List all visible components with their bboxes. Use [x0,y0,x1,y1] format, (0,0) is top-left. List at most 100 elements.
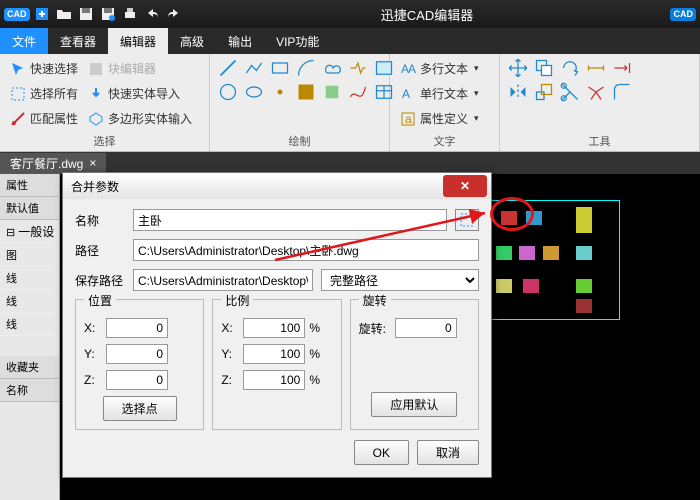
group-label: 选择 [8,133,201,149]
svg-text:A: A [402,87,410,101]
new-icon[interactable] [32,4,52,24]
group-label: 绘制 [218,133,381,149]
pos-z-input[interactable] [106,370,168,390]
scale-x-input[interactable] [243,318,305,338]
import-icon [88,86,104,102]
poly-entity-button[interactable]: 多边形实体输入 [86,108,194,129]
side-row[interactable]: 线 [0,290,59,313]
menu-file[interactable]: 文件 [0,28,48,54]
pline-icon[interactable] [348,58,368,78]
ribbon: 快速选择 选择所有 匹配属性 块编辑器 快速实体导入 多边形实体输入 选择 [0,54,700,152]
save-icon[interactable] [76,4,96,24]
close-icon[interactable]: × [89,156,96,170]
cad-icon: CAD [670,8,696,21]
group-label: 旋转 [359,292,391,309]
savepath-mode-select[interactable]: 完整路径 [321,269,479,291]
mirror-icon[interactable] [508,82,528,102]
fillet-icon[interactable] [612,82,632,102]
document-tab[interactable]: 客厅餐厅.dwg× [0,153,106,174]
ribbon-group-select: 快速选择 选择所有 匹配属性 块编辑器 快速实体导入 多边形实体输入 选择 [0,54,210,151]
menu-editor[interactable]: 编辑器 [108,28,168,54]
svg-text:a: a [405,112,412,126]
extend-icon[interactable] [612,58,632,78]
scale-icon[interactable] [534,82,554,102]
menu-vip[interactable]: VIP功能 [264,28,331,54]
menu-advanced[interactable]: 高级 [168,28,216,54]
quick-select-button[interactable]: 快速选择 [8,58,80,79]
print-icon[interactable] [120,4,140,24]
scale-z-input[interactable] [243,370,305,390]
cursor-icon [10,61,26,77]
region-icon[interactable] [322,82,342,102]
app-title: 迅捷CAD编辑器 [381,5,473,24]
move-icon[interactable] [508,58,528,78]
side-row-general[interactable]: ⊟ 一般设 [0,220,59,244]
point-icon[interactable] [270,82,290,102]
group-label: 文字 [398,133,491,149]
block-editor-button: 块编辑器 [86,58,194,79]
pos-x-input[interactable] [106,318,168,338]
document-tabs: 客厅餐厅.dwg× [0,152,700,174]
block-icon [88,61,104,77]
rotate-icon[interactable] [560,58,580,78]
trim-icon[interactable] [560,82,580,102]
rotation-input[interactable] [395,318,457,338]
ellipse-icon[interactable] [244,82,264,102]
path-label: 路径 [75,242,125,259]
ok-button[interactable]: OK [354,440,409,465]
explode-icon[interactable] [586,82,606,102]
stext-button[interactable]: A单行文本▾ [398,83,481,104]
close-button[interactable]: ✕ [443,175,487,197]
select-all-icon [10,86,26,102]
rect-icon[interactable] [270,58,290,78]
circle-icon[interactable] [218,82,238,102]
titlebar: CAD 迅捷CAD编辑器 CAD [0,0,700,28]
cancel-button[interactable]: 取消 [417,440,479,465]
arc-icon[interactable] [296,58,316,78]
mtext-button[interactable]: AA多行文本▾ [398,58,481,79]
pos-y-input[interactable] [106,344,168,364]
name-label: 名称 [75,212,125,229]
svg-text:A: A [408,62,416,76]
spline-icon[interactable] [348,82,368,102]
side-header-name: 名称 [0,379,59,402]
side-header-fav: 收藏夹 [0,356,59,379]
hatch-icon[interactable] [296,82,316,102]
cloud-icon[interactable] [322,58,342,78]
saveas-icon[interactable] [98,4,118,24]
apply-default-button[interactable]: 应用默认 [371,392,457,417]
entity-import-button[interactable]: 快速实体导入 [86,83,194,104]
redo-icon[interactable] [164,4,184,24]
polygon-icon [88,111,104,127]
pick-point-button[interactable]: 选择点 [103,396,177,421]
side-row[interactable]: 线 [0,313,59,336]
attr-button[interactable]: a属性定义▾ [398,108,481,129]
menu-output[interactable]: 输出 [216,28,264,54]
copy-icon[interactable] [534,58,554,78]
dim-icon[interactable] [586,58,606,78]
scale-y-input[interactable] [243,344,305,364]
match-prop-button[interactable]: 匹配属性 [8,108,80,129]
savepath-input[interactable] [133,269,313,291]
open-icon[interactable] [54,4,74,24]
polyline-icon[interactable] [244,58,264,78]
undo-icon[interactable] [142,4,162,24]
tool-tools [508,58,632,102]
group-label: 位置 [84,292,116,309]
dialog-titlebar[interactable]: 合并参数 ✕ [63,173,491,199]
draw-tools [218,58,394,102]
menu-viewer[interactable]: 查看器 [48,28,108,54]
menubar: 文件 查看器 编辑器 高级 输出 VIP功能 [0,28,700,54]
side-row[interactable]: 图 [0,244,59,267]
path-input[interactable] [133,239,479,261]
name-input[interactable] [133,209,447,231]
merge-params-dialog: 合并参数 ✕ 名称 路径 保存路径 完整路径 位置 X: Y: Z: 选择点 [62,172,492,478]
browse-block-button[interactable] [455,209,479,231]
attr-icon: a [400,111,416,127]
select-all-button[interactable]: 选择所有 [8,83,80,104]
app-badge: CAD [4,8,30,21]
side-row[interactable]: 线 [0,267,59,290]
stext-icon: A [400,86,416,102]
line-icon[interactable] [218,58,238,78]
canvas-selection[interactable] [480,200,620,320]
